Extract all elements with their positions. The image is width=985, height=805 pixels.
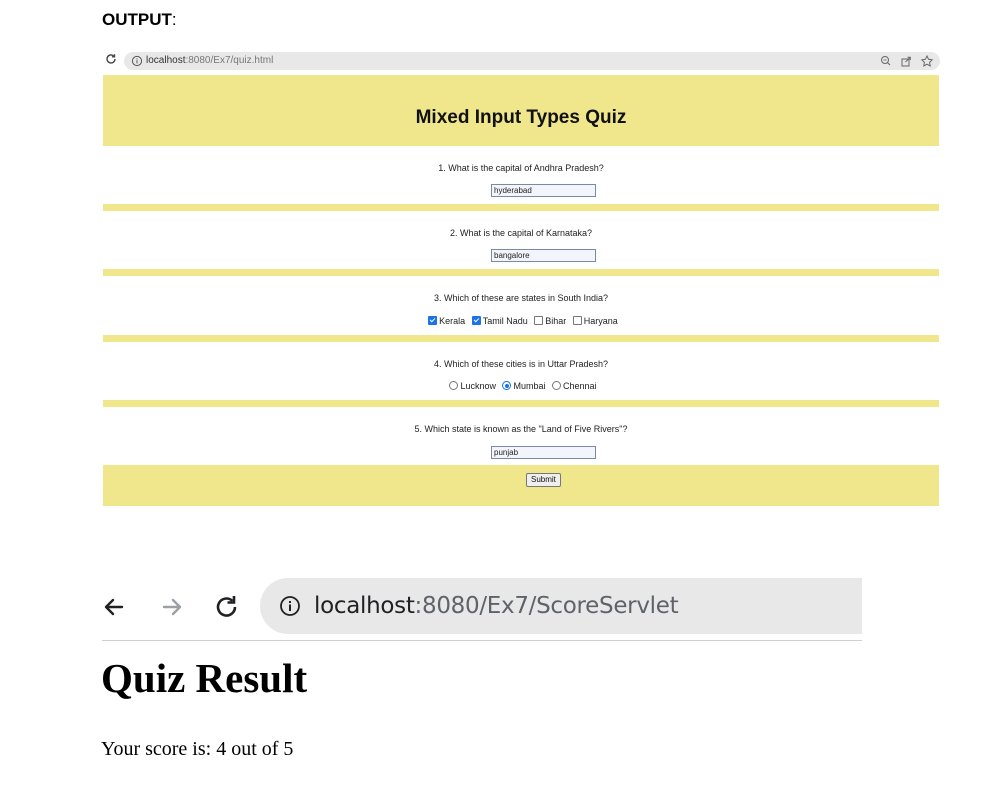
site-info-icon[interactable] [279,595,301,617]
forward-arrow-icon[interactable] [162,598,182,616]
toolbar-divider [102,640,862,641]
zoom-icon[interactable] [881,56,891,66]
question-1-input[interactable]: hyderabad [491,184,596,197]
bookmark-star-icon[interactable] [920,54,934,67]
separator-band [103,269,939,276]
question-1-text: 1. What is the capital of Andhra Pradesh… [438,163,604,173]
nav-buttons [104,596,237,617]
url-path: :8080/Ex7/ScoreServlet [414,593,679,619]
question-5-input[interactable]: punjab [491,446,596,459]
share-icon[interactable] [901,56,911,67]
reload-icon[interactable] [216,596,237,617]
score-text: Your score is: 4 out of 5 [101,738,294,760]
question-4-text: 4. Which of these cities is in Uttar Pra… [433,359,609,369]
reload-icon[interactable] [104,52,118,66]
quiz-footer-band [103,465,939,506]
output-heading: OUTPUT: [102,10,177,30]
option-label: Bihar [545,316,567,326]
back-arrow-icon[interactable] [104,598,124,616]
tamil-nadu-checkbox[interactable] [471,316,481,325]
bihar-checkbox[interactable] [534,316,544,325]
haryana-checkbox[interactable] [572,316,582,325]
url-host: localhost [314,593,415,619]
url-host: localhost [146,55,186,66]
lucknow-radio[interactable] [449,381,459,390]
submit-button[interactable]: Submit [526,473,561,487]
option-label: Chennai [563,381,597,391]
kerala-checkbox[interactable] [428,316,438,325]
site-info-icon[interactable] [131,55,143,67]
separator-band [103,335,939,342]
separator-band [103,204,939,211]
option-label: Haryana [583,316,618,326]
quiz-title: Mixed Input Types Quiz [415,107,627,128]
question-3-options: Kerala Tamil Nadu Bihar Haryana [103,316,939,326]
output-colon: : [171,10,177,29]
question-2-text: 2. What is the capital of Karnataka? [449,228,593,238]
question-3-text: 3. Which of these are states in South In… [433,293,609,303]
separator-band [103,400,939,407]
url-path: :8080/Ex7/quiz.html [185,55,274,66]
option-label: Lucknow [460,381,496,391]
url-text-2[interactable]: localhost:8080/Ex7/ScoreServlet [314,589,679,623]
output-label: OUTPUT [102,10,172,29]
option-label: Kerala [439,316,466,326]
quiz-page: Mixed Input Types Quiz 1. What is the ca… [103,75,939,506]
question-4-options: Lucknow Mumbai Chennai [103,381,939,391]
mumbai-radio[interactable] [502,381,512,390]
question-5-text: 5. Which state is known as the "Land of … [414,424,628,434]
toolbar-right-icons [881,54,934,67]
option-label: Tamil Nadu [482,316,528,326]
url-text-1[interactable]: localhost:8080/Ex7/quiz.html [146,53,273,69]
result-title: Quiz Result [101,655,308,701]
question-2-input[interactable]: bangalore [491,249,596,262]
chennai-radio[interactable] [552,381,562,390]
option-label: Mumbai [513,381,546,391]
